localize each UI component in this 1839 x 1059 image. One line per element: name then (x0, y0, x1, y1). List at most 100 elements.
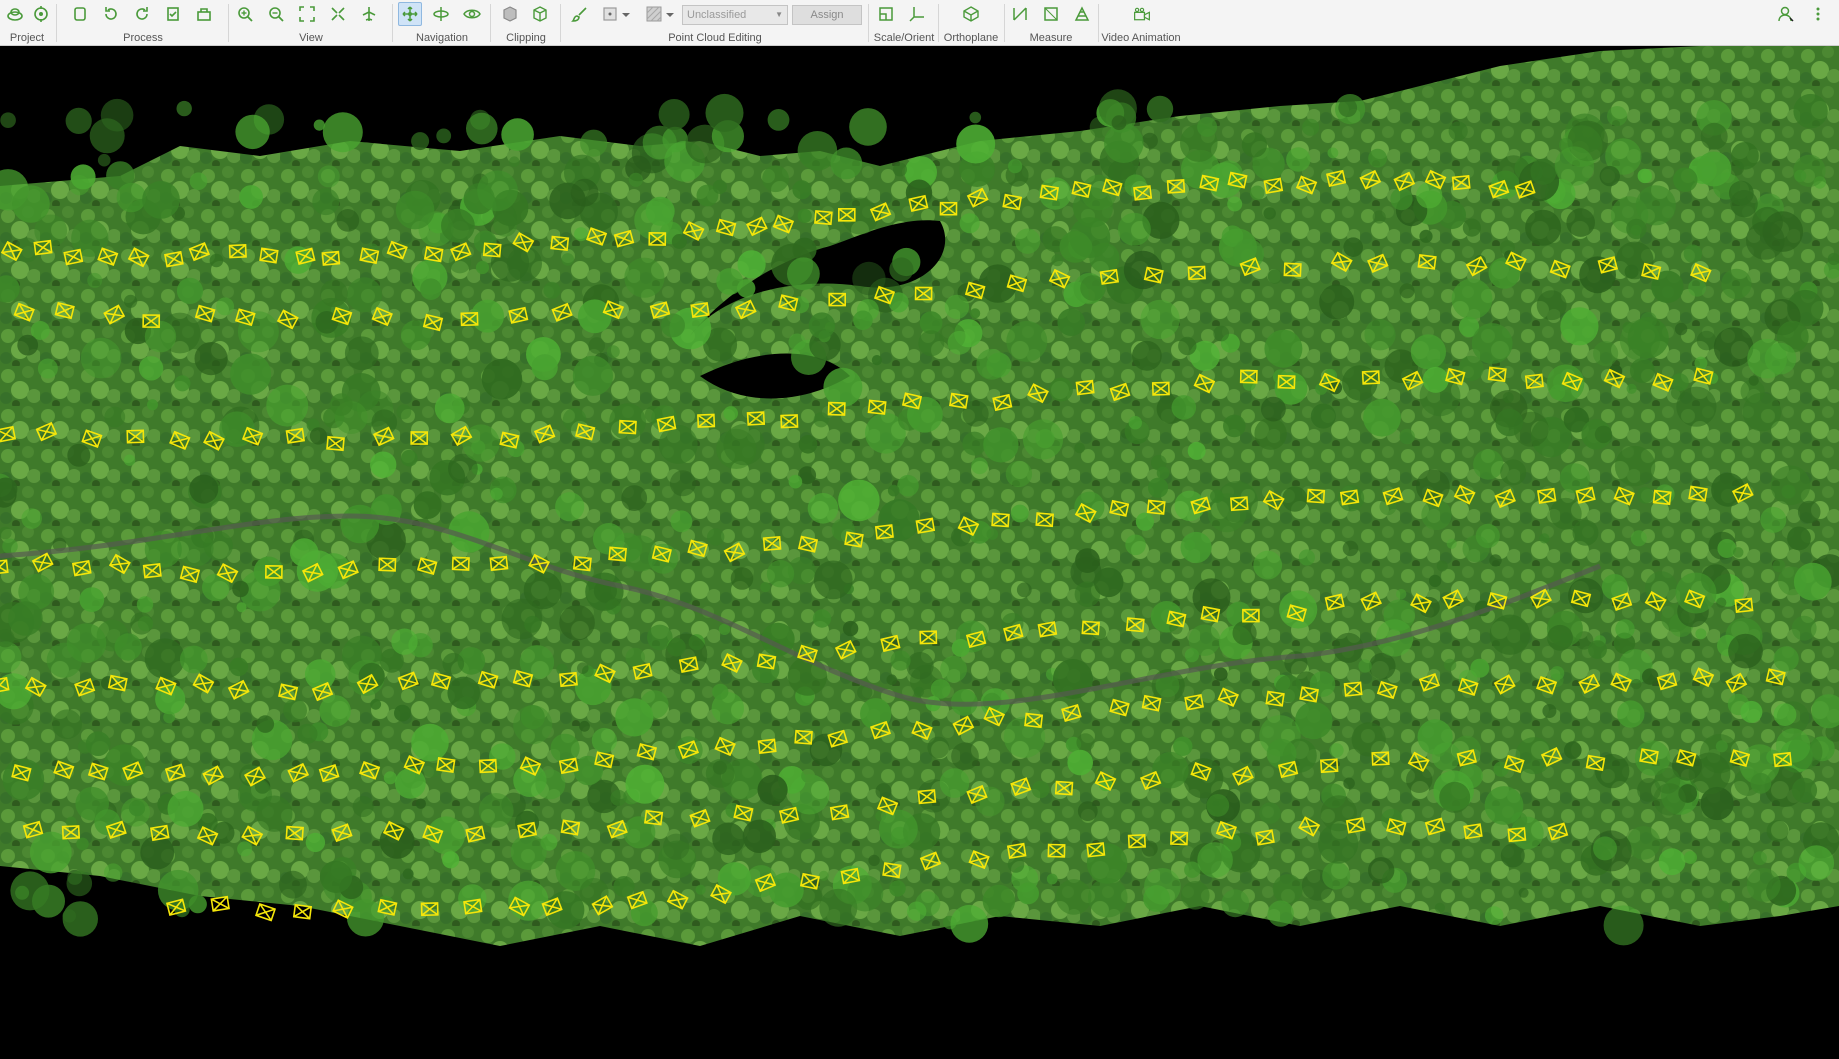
tree-crown (1793, 562, 1832, 601)
tree-crown (624, 257, 665, 298)
tree-crown (1369, 652, 1396, 680)
tree-crown (194, 342, 228, 376)
tree-crown (1599, 165, 1621, 187)
brush-icon[interactable] (568, 2, 592, 26)
scale-icon[interactable] (874, 2, 898, 26)
tree-crown (203, 531, 233, 561)
tree-crown (1379, 498, 1397, 516)
group-label-project: Project (9, 32, 45, 44)
tree-crown (918, 330, 945, 357)
measure-line-icon[interactable] (1008, 2, 1032, 26)
tree-crown (788, 474, 803, 489)
tree-crown (1241, 132, 1267, 158)
refresh-icon[interactable] (99, 2, 123, 26)
tree-crown (842, 620, 859, 637)
tree-crown (1144, 868, 1181, 905)
tree-crown (1125, 534, 1146, 556)
check-icon[interactable] (161, 2, 185, 26)
tree-crown (319, 860, 353, 893)
camera-icon[interactable] (1128, 2, 1156, 26)
point-cloud-viewport[interactable] (0, 46, 1839, 1059)
tree-crown (878, 809, 918, 849)
tree-crown (531, 354, 558, 381)
eye-icon[interactable] (460, 2, 484, 26)
tree-crown (570, 178, 599, 207)
tree-crown (144, 638, 185, 679)
tree-crown (507, 440, 525, 458)
tree-crown (951, 638, 970, 657)
group-video-animation: Video Animation (1100, 0, 1182, 46)
tree-crown (1617, 700, 1645, 728)
tree-crown (501, 118, 534, 151)
tree-crown (1530, 158, 1557, 185)
tree-crown (478, 793, 514, 828)
more-icon[interactable] (1810, 2, 1826, 26)
separator (1004, 4, 1005, 42)
pattern-icon[interactable] (642, 2, 666, 26)
axis-icon[interactable] (905, 2, 929, 26)
zoom-in-icon[interactable] (233, 2, 257, 26)
group-navigation: Navigation (396, 0, 488, 46)
point-cloud-scene[interactable] (0, 46, 1839, 1059)
tree-crown (237, 841, 253, 857)
tree-crown (167, 790, 204, 827)
bag-icon[interactable] (192, 2, 216, 26)
dropdown-icon[interactable] (664, 2, 676, 26)
tree-crown (838, 479, 880, 522)
tree-crown (787, 257, 820, 291)
tree-crown (976, 348, 1008, 380)
measure-volume-icon[interactable] (1070, 2, 1094, 26)
tree-crown (52, 709, 82, 739)
select-point-icon[interactable] (598, 2, 622, 26)
tree-crown (1419, 229, 1433, 243)
box-icon[interactable] (528, 2, 552, 26)
open-project-icon[interactable] (3, 2, 27, 26)
tree-crown (1642, 668, 1659, 685)
tree-crown (1088, 877, 1128, 918)
orthoplane-icon[interactable] (959, 2, 983, 26)
tree-crown (890, 650, 911, 671)
new-icon[interactable] (68, 2, 92, 26)
tree-crown (283, 698, 307, 723)
shrink-icon[interactable] (326, 2, 350, 26)
tree-crown (1146, 95, 1174, 123)
tree-crown (17, 334, 39, 356)
tree-crown (661, 313, 685, 338)
fit-all-icon[interactable] (295, 2, 319, 26)
tree-crown (1451, 278, 1493, 320)
zoom-out-icon[interactable] (264, 2, 288, 26)
tree-crown (1358, 659, 1372, 673)
orbit-icon[interactable] (429, 2, 453, 26)
tree-crown (188, 895, 207, 914)
tree-crown (1055, 879, 1092, 915)
airplane-icon[interactable] (357, 2, 381, 26)
target-icon[interactable] (29, 2, 53, 26)
tree-crown (1180, 531, 1212, 564)
tree-crown (1742, 392, 1782, 432)
user-icon[interactable] (1774, 2, 1798, 26)
tree-crown (67, 443, 91, 467)
tree-crown (1428, 574, 1442, 588)
classification-select[interactable]: Unclassified ▼ (682, 5, 788, 25)
reprocess-icon[interactable] (130, 2, 154, 26)
tree-crown (1593, 836, 1617, 861)
measure-area-icon[interactable] (1039, 2, 1063, 26)
tree-crown (136, 596, 154, 613)
assign-button[interactable]: Assign (792, 5, 862, 25)
group-scale-orient: Scale/Orient (872, 0, 936, 46)
tree-crown (1263, 207, 1276, 220)
tree-crown (813, 560, 853, 600)
tree-crown (1329, 743, 1344, 758)
tree-crown (846, 875, 884, 912)
tree-crown (319, 695, 351, 727)
classification-value: Unclassified (687, 9, 747, 21)
tree-crown (792, 180, 812, 200)
dropdown-icon[interactable] (620, 2, 632, 26)
tree-crown (1022, 419, 1064, 460)
pan-move-icon[interactable] (398, 2, 422, 26)
tree-crown (519, 645, 555, 680)
tree-crown (1715, 740, 1728, 753)
tree-crown (1005, 460, 1033, 488)
box-clip-icon[interactable] (498, 2, 522, 26)
tree-crown (1554, 146, 1595, 186)
